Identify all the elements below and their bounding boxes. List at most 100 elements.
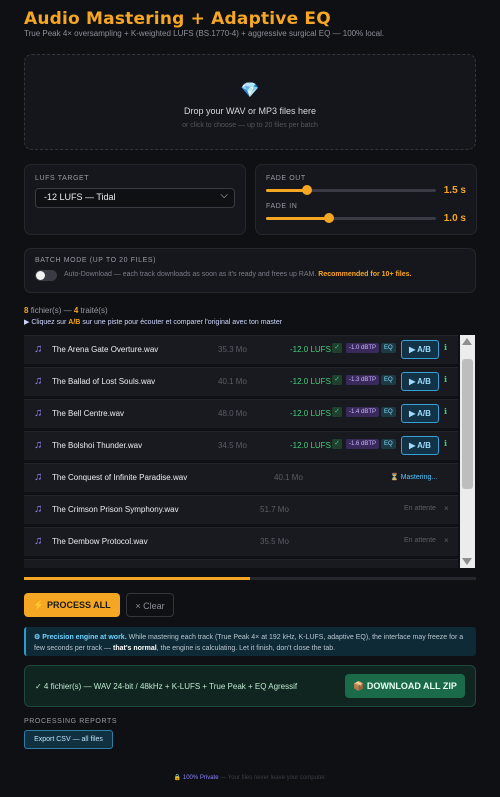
toggle-knob bbox=[36, 271, 45, 280]
track-list[interactable]: ♫ The Arena Gate Overture.wav 35.3 Mo -12.0… bbox=[24, 335, 458, 568]
music-note-icon: ♫ bbox=[34, 567, 42, 568]
track-status: ⏳ Mastering... bbox=[390, 474, 438, 481]
track-size: 48.0 Mo bbox=[218, 409, 247, 418]
fade-out-fill bbox=[266, 189, 307, 192]
completion-text: ✓ 4 fichier(s) — WAV 24-bit / 48kHz + K-… bbox=[35, 682, 298, 691]
check-icon: ✓ bbox=[332, 375, 342, 385]
ab-button[interactable]: ▶ A/B bbox=[401, 372, 439, 391]
info-icon[interactable]: ℹ bbox=[444, 375, 447, 384]
track-row[interactable]: ♫ The Crimson Prison Symphony.wav 51.7 Mo E… bbox=[24, 495, 458, 524]
track-lufs: -12.0 LUFS bbox=[290, 441, 331, 450]
track-size: 40.1 Mo bbox=[218, 377, 247, 386]
lufs-panel: LUFS TARGET -12 LUFS — Tidal ⌵ bbox=[24, 164, 246, 235]
notice-head: ⚙ Precision engine at work. bbox=[34, 634, 127, 641]
track-size: 40.1 Mo bbox=[274, 473, 303, 482]
footer-private: 🔒 100% Private bbox=[173, 775, 219, 781]
remove-icon[interactable]: × bbox=[444, 504, 449, 513]
track-size: 35.3 Mo bbox=[218, 345, 247, 354]
notice-tail: , the engine is calculating. Let it fini… bbox=[156, 645, 336, 652]
dropzone-title: Drop your WAV or MP3 files here bbox=[183, 106, 317, 116]
app-title: Audio Mastering + Adaptive EQ bbox=[24, 9, 331, 29]
track-status: En attente bbox=[404, 505, 436, 512]
ab-button[interactable]: ▶ A/B bbox=[401, 340, 439, 359]
track-name: The Conquest of Infinite Paradise.wav bbox=[52, 473, 188, 482]
batch-desc-text: Auto-Download — each track downloads as … bbox=[64, 271, 317, 278]
download-zip-button[interactable]: 📦 DOWNLOAD ALL ZIP bbox=[345, 674, 465, 698]
track-row[interactable]: ♫ The Arena Gate Overture.wav 35.3 Mo -12.0… bbox=[24, 335, 458, 364]
process-all-button[interactable]: ⚡ PROCESS ALL bbox=[24, 593, 120, 617]
track-row[interactable]: ♫ The Conquest of Infinite Paradise.wav 40… bbox=[24, 463, 458, 492]
true-peak-badge: -1.3 dBTP bbox=[346, 375, 380, 385]
fade-out-slider[interactable] bbox=[266, 185, 436, 195]
fade-in-knob[interactable] bbox=[323, 213, 334, 223]
chevron-down-icon: ⌵ bbox=[220, 190, 228, 201]
fade-in-value: 1.0 s bbox=[443, 213, 466, 224]
fade-in-label: FADE IN bbox=[266, 203, 298, 210]
music-note-icon: ♫ bbox=[34, 535, 43, 547]
auto-download-toggle[interactable] bbox=[35, 270, 57, 281]
scroll-down-arrow-icon[interactable] bbox=[462, 558, 472, 565]
track-row[interactable]: ♫ The Ballad of Lost Souls.wav 40.1 Mo -12.… bbox=[24, 367, 458, 396]
progress-bar bbox=[24, 577, 476, 580]
fade-out-label: FADE OUT bbox=[266, 175, 306, 182]
hint-post: sur une piste pour écouter et comparer l… bbox=[82, 319, 283, 326]
true-peak-badge: -1.6 dBTP bbox=[346, 439, 380, 449]
track-name: The Arena Gate Overture.wav bbox=[52, 345, 159, 354]
ab-hint: ▶ Cliquez sur A/B sur une piste pour éco… bbox=[24, 318, 282, 326]
lufs-select[interactable]: -12 LUFS — Tidal ⌵ bbox=[35, 188, 235, 208]
fade-panel: FADE OUT 1.5 s FADE IN 1.0 s bbox=[255, 164, 477, 235]
track-lufs: -12.0 LUFS bbox=[290, 345, 331, 354]
export-csv-button[interactable]: Export CSV — all files bbox=[24, 730, 113, 749]
music-note-icon: ♫ bbox=[34, 439, 43, 451]
check-icon: ✓ bbox=[332, 439, 342, 449]
music-note-icon: ♫ bbox=[34, 343, 43, 355]
gem-icon: 💎 bbox=[240, 82, 260, 99]
track-row[interactable]: ♫ The Dembow Protocol.wav 35.5 Mo En attent… bbox=[24, 527, 458, 556]
lufs-selected-value: -12 LUFS — Tidal bbox=[44, 192, 116, 202]
info-icon[interactable]: ℹ bbox=[444, 343, 447, 352]
scroll-thumb[interactable] bbox=[462, 359, 473, 489]
eq-badge: EQ bbox=[381, 343, 396, 353]
track-lufs: -12.0 LUFS bbox=[290, 377, 331, 386]
track-size: 35.5 Mo bbox=[260, 537, 289, 546]
track-size: 51.7 Mo bbox=[260, 505, 289, 514]
track-row[interactable]: ♫ The Bell Centre.wav 48.0 Mo -12.0 LUFS ✓ -1… bbox=[24, 399, 458, 428]
processed-count: 4 bbox=[73, 306, 79, 315]
batch-label: BATCH MODE (UP TO 20 FILES) bbox=[35, 257, 157, 264]
eq-badge: EQ bbox=[381, 407, 396, 417]
ab-button[interactable]: ▶ A/B bbox=[401, 436, 439, 455]
footer: 🔒 100% Private — Your files never leave … bbox=[0, 774, 500, 781]
track-row[interactable]: ♫The Dragon's Skyline.wav37.5 MoEn atten… bbox=[24, 559, 458, 568]
music-note-icon: ♫ bbox=[34, 407, 43, 419]
track-lufs: -12.0 LUFS bbox=[290, 409, 331, 418]
remove-icon[interactable]: × bbox=[444, 536, 449, 545]
file-count: 8 fichier(s) — 4 traité(s) bbox=[24, 306, 108, 315]
ab-button[interactable]: ▶ A/B bbox=[401, 404, 439, 423]
scrollbar[interactable] bbox=[460, 335, 475, 568]
scroll-up-arrow-icon[interactable] bbox=[462, 338, 472, 345]
reports-label: PROCESSING REPORTS bbox=[24, 718, 118, 725]
hint-pre: ▶ Cliquez sur bbox=[24, 319, 67, 326]
processed-text: traité(s) bbox=[80, 306, 108, 315]
music-note-icon: ♫ bbox=[34, 503, 43, 515]
track-name: The Bolshoi Thunder.wav bbox=[52, 441, 143, 450]
lufs-label: LUFS TARGET bbox=[35, 175, 90, 182]
dropzone[interactable]: 💎 Drop your WAV or MP3 files here or cli… bbox=[24, 54, 476, 150]
track-name: The Dembow Protocol.wav bbox=[52, 537, 148, 546]
check-icon: ✓ bbox=[332, 407, 342, 417]
track-row[interactable]: ♫ The Bolshoi Thunder.wav 34.5 Mo -12.0 LUF… bbox=[24, 431, 458, 460]
clear-button[interactable]: × Clear bbox=[126, 593, 174, 617]
fade-out-knob[interactable] bbox=[301, 185, 312, 195]
track-name: The Ballad of Lost Souls.wav bbox=[52, 377, 156, 386]
completion-panel: ✓ 4 fichier(s) — WAV 24-bit / 48kHz + K-… bbox=[24, 665, 476, 707]
track-status: En attente bbox=[404, 537, 436, 544]
fade-in-slider[interactable] bbox=[266, 213, 436, 223]
check-icon: ✓ bbox=[332, 343, 342, 353]
engine-notice: ⚙ Precision engine at work. While master… bbox=[24, 627, 476, 656]
info-icon[interactable]: ℹ bbox=[444, 407, 447, 416]
track-name: The Bell Centre.wav bbox=[52, 409, 125, 418]
app-subtitle: True Peak 4× oversampling + K-weighted L… bbox=[24, 29, 385, 38]
files-text: fichier(s) — bbox=[30, 306, 72, 315]
info-icon[interactable]: ℹ bbox=[444, 439, 447, 448]
track-name: The Crimson Prison Symphony.wav bbox=[52, 505, 179, 514]
